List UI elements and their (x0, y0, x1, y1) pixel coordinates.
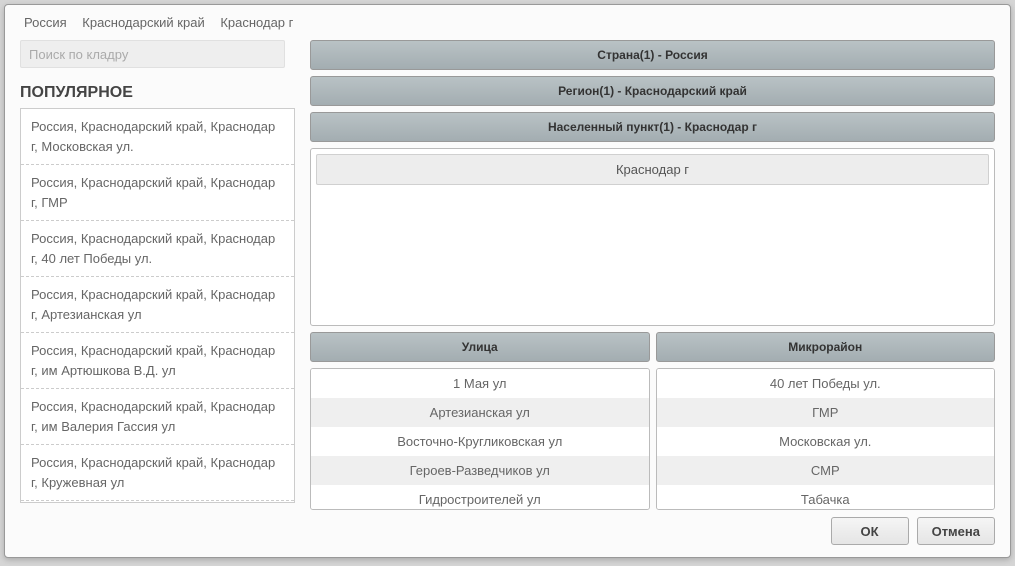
microdistrict-item[interactable]: 40 лет Победы ул. (657, 369, 995, 398)
street-column: Улица 1 Мая ул Артезианская ул Восточно-… (310, 332, 650, 510)
street-district-row: Улица 1 Мая ул Артезианская ул Восточно-… (310, 332, 995, 510)
popular-item[interactable]: Россия, Краснодарский край, Краснодар г,… (21, 109, 294, 165)
street-header: Улица (310, 332, 650, 362)
breadcrumb: Россия Краснодарский край Краснодар г (20, 15, 995, 30)
microdistrict-column: Микрорайон 40 лет Победы ул. ГМР Московс… (656, 332, 996, 510)
popular-item[interactable]: Россия, Краснодарский край, Краснодар г,… (21, 445, 294, 501)
breadcrumb-item[interactable]: Краснодар г (220, 15, 293, 30)
region-header[interactable]: Регион(1) - Краснодарский край (310, 76, 995, 106)
popular-item[interactable]: Россия, Краснодарский край, Краснодар г,… (21, 165, 294, 221)
street-item[interactable]: 1 Мая ул (311, 369, 649, 398)
street-item[interactable]: Восточно-Кругликовская ул (311, 427, 649, 456)
place-header[interactable]: Населенный пункт(1) - Краснодар г (310, 112, 995, 142)
street-item[interactable]: Героев-Разведчиков ул (311, 456, 649, 485)
popular-item[interactable]: Россия, Краснодарский край, Краснодар г,… (21, 277, 294, 333)
microdistrict-item[interactable]: ГМР (657, 398, 995, 427)
popular-item[interactable]: Россия, Краснодарский край, Краснодар г,… (21, 501, 294, 503)
ok-button[interactable]: ОК (831, 517, 909, 545)
content-area: ПОПУЛЯРНОЕ Россия, Краснодарский край, К… (20, 40, 995, 510)
street-item[interactable]: Гидростроителей ул (311, 485, 649, 510)
popular-item[interactable]: Россия, Краснодарский край, Краснодар г,… (21, 221, 294, 277)
place-list: Краснодар г (310, 148, 995, 326)
microdistrict-item[interactable]: Московская ул. (657, 427, 995, 456)
place-item[interactable]: Краснодар г (316, 154, 989, 185)
country-header[interactable]: Страна(1) - Россия (310, 40, 995, 70)
street-list[interactable]: 1 Мая ул Артезианская ул Восточно-Кругли… (310, 368, 650, 510)
street-item[interactable]: Артезианская ул (311, 398, 649, 427)
microdistrict-list[interactable]: 40 лет Победы ул. ГМР Московская ул. СМР… (656, 368, 996, 510)
left-column: ПОПУЛЯРНОЕ Россия, Краснодарский край, К… (20, 40, 295, 510)
popular-header: ПОПУЛЯРНОЕ (20, 84, 295, 102)
popular-item[interactable]: Россия, Краснодарский край, Краснодар г,… (21, 389, 294, 445)
microdistrict-header: Микрорайон (656, 332, 996, 362)
popular-item[interactable]: Россия, Краснодарский край, Краснодар г,… (21, 333, 294, 389)
breadcrumb-item[interactable]: Россия (24, 15, 67, 30)
kladr-dialog: Россия Краснодарский край Краснодар г ПО… (4, 4, 1011, 558)
breadcrumb-item[interactable]: Краснодарский край (82, 15, 204, 30)
search-input[interactable] (20, 40, 285, 68)
dialog-buttons: ОК Отмена (831, 517, 995, 545)
microdistrict-item[interactable]: Табачка (657, 485, 995, 510)
right-column: Страна(1) - Россия Регион(1) - Краснодар… (310, 40, 995, 510)
cancel-button[interactable]: Отмена (917, 517, 995, 545)
popular-list[interactable]: Россия, Краснодарский край, Краснодар г,… (20, 108, 295, 503)
microdistrict-item[interactable]: СМР (657, 456, 995, 485)
